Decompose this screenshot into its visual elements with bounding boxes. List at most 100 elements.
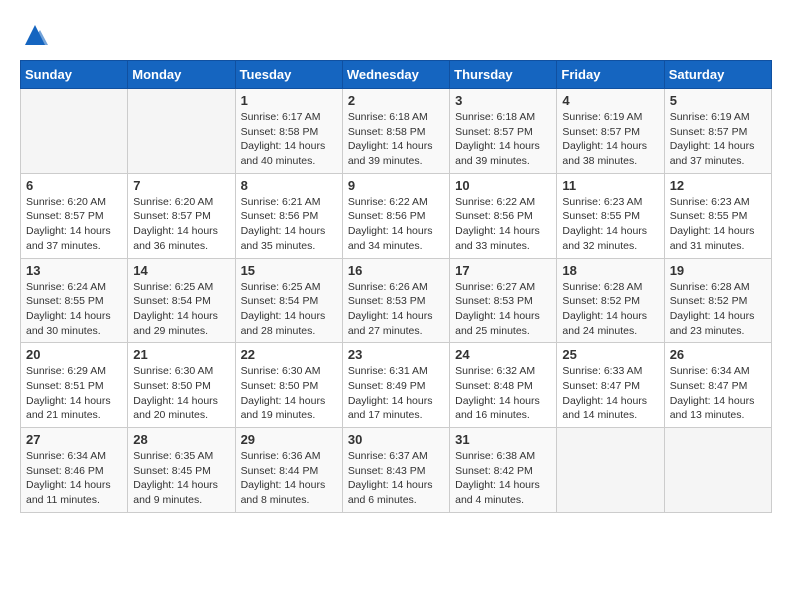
day-number: 24 xyxy=(455,347,551,362)
sunrise: Sunrise: 6:23 AM xyxy=(562,196,642,208)
sunrise: Sunrise: 6:38 AM xyxy=(455,450,535,462)
day-number: 27 xyxy=(26,432,122,447)
day-number: 14 xyxy=(133,263,229,278)
daylight: Daylight: 14 hours and 9 minutes. xyxy=(133,479,218,506)
sunrise: Sunrise: 6:31 AM xyxy=(348,365,428,377)
daylight: Daylight: 14 hours and 30 minutes. xyxy=(26,310,111,337)
sunset: Sunset: 8:43 PM xyxy=(348,465,426,477)
sunset: Sunset: 8:50 PM xyxy=(241,380,319,392)
daylight: Daylight: 14 hours and 36 minutes. xyxy=(133,225,218,252)
sunrise: Sunrise: 6:22 AM xyxy=(455,196,535,208)
sunrise: Sunrise: 6:24 AM xyxy=(26,281,106,293)
daylight: Daylight: 14 hours and 23 minutes. xyxy=(670,310,755,337)
sunset: Sunset: 8:57 PM xyxy=(26,210,104,222)
sunset: Sunset: 8:56 PM xyxy=(348,210,426,222)
day-number: 2 xyxy=(348,93,444,108)
calendar-cell: 3 Sunrise: 6:18 AM Sunset: 8:57 PM Dayli… xyxy=(450,89,557,174)
day-number: 7 xyxy=(133,178,229,193)
sunrise: Sunrise: 6:32 AM xyxy=(455,365,535,377)
day-number: 4 xyxy=(562,93,658,108)
day-number: 25 xyxy=(562,347,658,362)
cell-content: Sunrise: 6:38 AM Sunset: 8:42 PM Dayligh… xyxy=(455,449,551,508)
calendar-cell: 19 Sunrise: 6:28 AM Sunset: 8:52 PM Dayl… xyxy=(664,258,771,343)
daylight: Daylight: 14 hours and 27 minutes. xyxy=(348,310,433,337)
calendar-cell: 9 Sunrise: 6:22 AM Sunset: 8:56 PM Dayli… xyxy=(342,173,449,258)
sunset: Sunset: 8:52 PM xyxy=(562,295,640,307)
daylight: Daylight: 14 hours and 35 minutes. xyxy=(241,225,326,252)
day-number: 10 xyxy=(455,178,551,193)
sunset: Sunset: 8:45 PM xyxy=(133,465,211,477)
daylight: Daylight: 14 hours and 29 minutes. xyxy=(133,310,218,337)
cell-content: Sunrise: 6:35 AM Sunset: 8:45 PM Dayligh… xyxy=(133,449,229,508)
sunrise: Sunrise: 6:19 AM xyxy=(670,111,750,123)
sunrise: Sunrise: 6:25 AM xyxy=(241,281,321,293)
calendar-cell xyxy=(128,89,235,174)
calendar-week-5: 27 Sunrise: 6:34 AM Sunset: 8:46 PM Dayl… xyxy=(21,428,772,513)
calendar-cell: 23 Sunrise: 6:31 AM Sunset: 8:49 PM Dayl… xyxy=(342,343,449,428)
daylight: Daylight: 14 hours and 24 minutes. xyxy=(562,310,647,337)
calendar: SundayMondayTuesdayWednesdayThursdayFrid… xyxy=(20,60,772,513)
header xyxy=(20,20,772,50)
day-header-sunday: Sunday xyxy=(21,61,128,89)
day-number: 11 xyxy=(562,178,658,193)
day-number: 17 xyxy=(455,263,551,278)
sunrise: Sunrise: 6:36 AM xyxy=(241,450,321,462)
daylight: Daylight: 14 hours and 8 minutes. xyxy=(241,479,326,506)
sunrise: Sunrise: 6:34 AM xyxy=(26,450,106,462)
sunrise: Sunrise: 6:33 AM xyxy=(562,365,642,377)
sunrise: Sunrise: 6:35 AM xyxy=(133,450,213,462)
sunset: Sunset: 8:54 PM xyxy=(241,295,319,307)
day-number: 22 xyxy=(241,347,337,362)
sunset: Sunset: 8:54 PM xyxy=(133,295,211,307)
sunrise: Sunrise: 6:30 AM xyxy=(133,365,213,377)
sunset: Sunset: 8:46 PM xyxy=(26,465,104,477)
daylight: Daylight: 14 hours and 37 minutes. xyxy=(670,140,755,167)
cell-content: Sunrise: 6:28 AM Sunset: 8:52 PM Dayligh… xyxy=(562,280,658,339)
daylight: Daylight: 14 hours and 13 minutes. xyxy=(670,395,755,422)
calendar-cell: 27 Sunrise: 6:34 AM Sunset: 8:46 PM Dayl… xyxy=(21,428,128,513)
sunrise: Sunrise: 6:21 AM xyxy=(241,196,321,208)
sunrise: Sunrise: 6:25 AM xyxy=(133,281,213,293)
calendar-cell: 29 Sunrise: 6:36 AM Sunset: 8:44 PM Dayl… xyxy=(235,428,342,513)
calendar-cell: 10 Sunrise: 6:22 AM Sunset: 8:56 PM Dayl… xyxy=(450,173,557,258)
cell-content: Sunrise: 6:24 AM Sunset: 8:55 PM Dayligh… xyxy=(26,280,122,339)
sunset: Sunset: 8:58 PM xyxy=(241,126,319,138)
sunrise: Sunrise: 6:23 AM xyxy=(670,196,750,208)
day-header-friday: Friday xyxy=(557,61,664,89)
logo xyxy=(20,20,52,50)
cell-content: Sunrise: 6:21 AM Sunset: 8:56 PM Dayligh… xyxy=(241,195,337,254)
day-number: 20 xyxy=(26,347,122,362)
daylight: Daylight: 14 hours and 11 minutes. xyxy=(26,479,111,506)
sunset: Sunset: 8:56 PM xyxy=(241,210,319,222)
cell-content: Sunrise: 6:34 AM Sunset: 8:47 PM Dayligh… xyxy=(670,364,766,423)
cell-content: Sunrise: 6:22 AM Sunset: 8:56 PM Dayligh… xyxy=(348,195,444,254)
sunrise: Sunrise: 6:28 AM xyxy=(670,281,750,293)
calendar-cell: 28 Sunrise: 6:35 AM Sunset: 8:45 PM Dayl… xyxy=(128,428,235,513)
cell-content: Sunrise: 6:33 AM Sunset: 8:47 PM Dayligh… xyxy=(562,364,658,423)
sunset: Sunset: 8:57 PM xyxy=(670,126,748,138)
day-number: 9 xyxy=(348,178,444,193)
cell-content: Sunrise: 6:18 AM Sunset: 8:57 PM Dayligh… xyxy=(455,110,551,169)
cell-content: Sunrise: 6:29 AM Sunset: 8:51 PM Dayligh… xyxy=(26,364,122,423)
sunset: Sunset: 8:57 PM xyxy=(455,126,533,138)
cell-content: Sunrise: 6:23 AM Sunset: 8:55 PM Dayligh… xyxy=(670,195,766,254)
sunset: Sunset: 8:44 PM xyxy=(241,465,319,477)
sunrise: Sunrise: 6:34 AM xyxy=(670,365,750,377)
daylight: Daylight: 14 hours and 20 minutes. xyxy=(133,395,218,422)
cell-content: Sunrise: 6:28 AM Sunset: 8:52 PM Dayligh… xyxy=(670,280,766,339)
day-header-thursday: Thursday xyxy=(450,61,557,89)
daylight: Daylight: 14 hours and 28 minutes. xyxy=(241,310,326,337)
sunrise: Sunrise: 6:37 AM xyxy=(348,450,428,462)
calendar-cell: 20 Sunrise: 6:29 AM Sunset: 8:51 PM Dayl… xyxy=(21,343,128,428)
calendar-cell: 30 Sunrise: 6:37 AM Sunset: 8:43 PM Dayl… xyxy=(342,428,449,513)
sunset: Sunset: 8:47 PM xyxy=(670,380,748,392)
daylight: Daylight: 14 hours and 39 minutes. xyxy=(455,140,540,167)
sunset: Sunset: 8:51 PM xyxy=(26,380,104,392)
day-header-monday: Monday xyxy=(128,61,235,89)
cell-content: Sunrise: 6:32 AM Sunset: 8:48 PM Dayligh… xyxy=(455,364,551,423)
calendar-cell xyxy=(664,428,771,513)
sunset: Sunset: 8:57 PM xyxy=(133,210,211,222)
day-number: 13 xyxy=(26,263,122,278)
daylight: Daylight: 14 hours and 33 minutes. xyxy=(455,225,540,252)
sunrise: Sunrise: 6:17 AM xyxy=(241,111,321,123)
